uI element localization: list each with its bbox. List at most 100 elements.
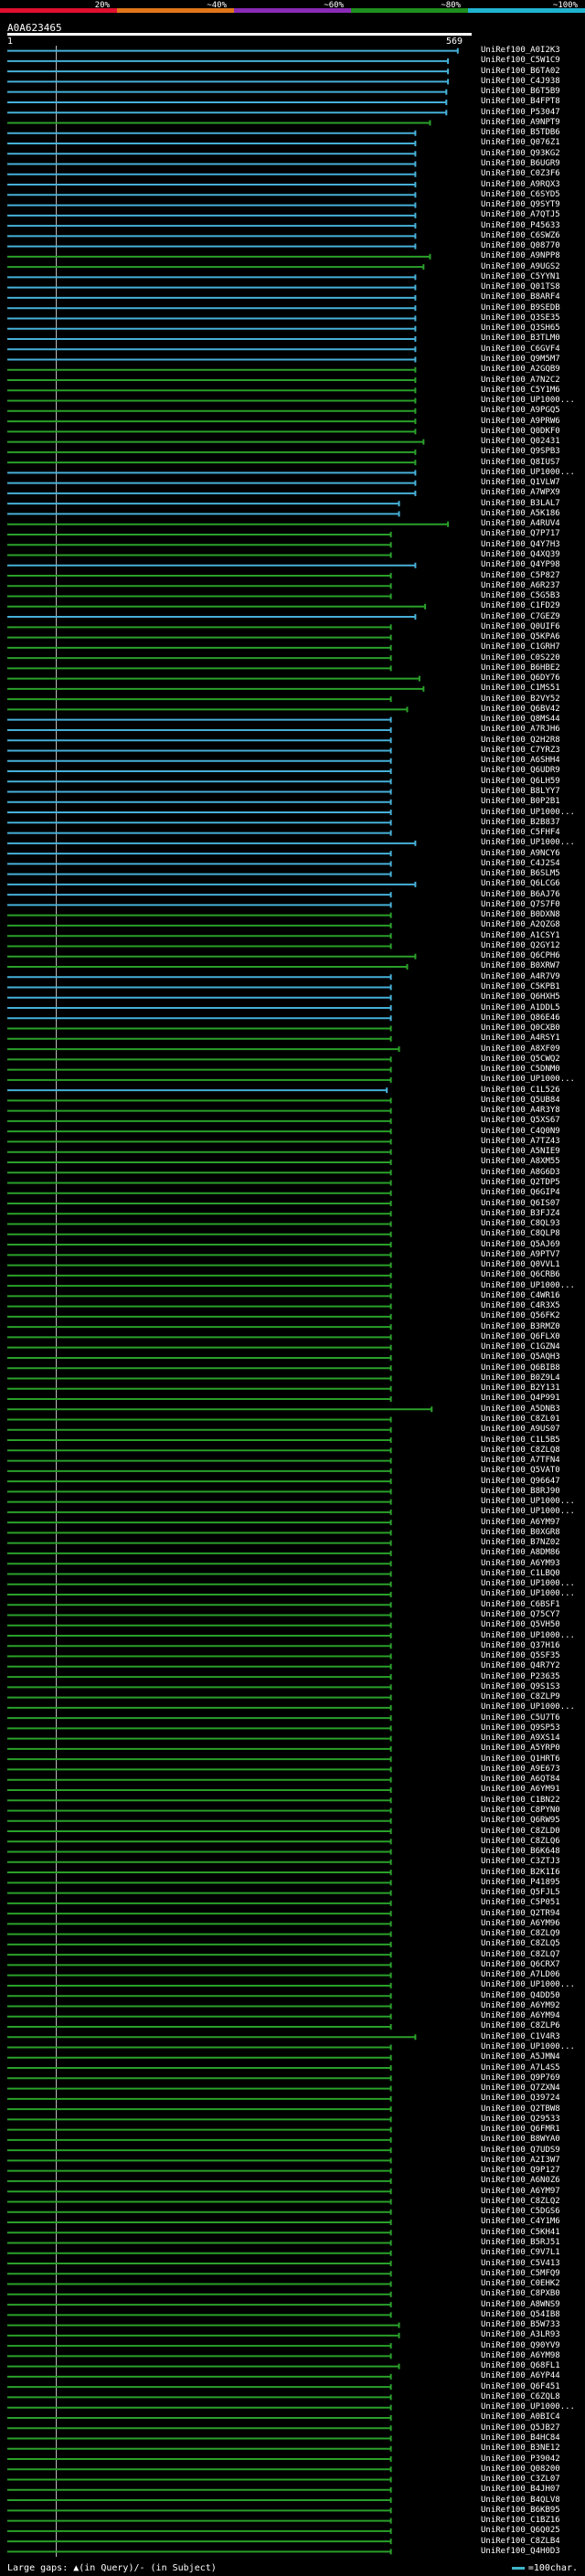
- hit-label[interactable]: UniRef100_UP1000...: [481, 1702, 583, 1712]
- hit-label[interactable]: UniRef100_C4J938: [481, 77, 583, 87]
- hit-label[interactable]: UniRef100_A7QTJ5: [481, 210, 583, 220]
- hit-label[interactable]: UniRef100_C8ZLP6: [481, 2021, 583, 2031]
- hit-label[interactable]: UniRef100_A3LR93: [481, 2330, 583, 2340]
- hit-label[interactable]: UniRef100_B4HC84: [481, 2433, 583, 2443]
- hit-label[interactable]: UniRef100_Q6Q025: [481, 2526, 583, 2536]
- hit-label[interactable]: UniRef100_B3FJZ4: [481, 1209, 583, 1219]
- hit-label[interactable]: UniRef100_C7GEZ9: [481, 612, 583, 622]
- hit-label[interactable]: UniRef100_C8ZLQ7: [481, 1950, 583, 1960]
- hit-label[interactable]: UniRef100_B3RMZ0: [481, 1322, 583, 1332]
- hit-label[interactable]: UniRef100_A0I2K3: [481, 46, 583, 56]
- hit-label[interactable]: UniRef100_B7NZ02: [481, 1538, 583, 1548]
- hit-label[interactable]: UniRef100_Q6DY76: [481, 673, 583, 684]
- hit-label[interactable]: UniRef100_A9NPT9: [481, 118, 583, 128]
- hit-label[interactable]: UniRef100_P45633: [481, 221, 583, 231]
- hit-label[interactable]: UniRef100_Q0CXB0: [481, 1023, 583, 1034]
- hit-label[interactable]: UniRef100_UP1000...: [481, 2402, 583, 2412]
- hit-label[interactable]: UniRef100_Q3SH65: [481, 323, 583, 334]
- hit-label[interactable]: UniRef100_Q4Y7H3: [481, 540, 583, 550]
- hit-label[interactable]: UniRef100_Q5FJL5: [481, 1888, 583, 1898]
- hit-label[interactable]: UniRef100_Q7UDS9: [481, 2146, 583, 2156]
- hit-label[interactable]: UniRef100_Q6RW95: [481, 1816, 583, 1826]
- hit-label[interactable]: UniRef100_Q6FMR1: [481, 2125, 583, 2135]
- hit-label[interactable]: UniRef100_C5DNM0: [481, 1065, 583, 1075]
- hit-label[interactable]: UniRef100_Q7S7F0: [481, 900, 583, 910]
- hit-label[interactable]: UniRef100_Q08200: [481, 2465, 583, 2475]
- hit-label[interactable]: UniRef100_Q6IS07: [481, 1199, 583, 1209]
- hit-label[interactable]: UniRef100_B9SEDB: [481, 303, 583, 313]
- hit-label[interactable]: UniRef100_C1BN22: [481, 1796, 583, 1806]
- hit-label[interactable]: UniRef100_UP1000...: [481, 1075, 583, 1085]
- hit-label[interactable]: UniRef100_Q96647: [481, 1477, 583, 1487]
- hit-label[interactable]: UniRef100_A6YM91: [481, 1785, 583, 1795]
- hit-label[interactable]: UniRef100_A5K186: [481, 509, 583, 519]
- hit-label[interactable]: UniRef100_C5YYN1: [481, 272, 583, 282]
- hit-label[interactable]: UniRef100_A6YP44: [481, 2371, 583, 2381]
- hit-label[interactable]: UniRef100_B4FPT8: [481, 97, 583, 107]
- hit-label[interactable]: UniRef100_A9NPP8: [481, 251, 583, 261]
- hit-label[interactable]: UniRef100_Q6UDR9: [481, 766, 583, 776]
- hit-label[interactable]: UniRef100_C1BZ16: [481, 2516, 583, 2526]
- hit-label[interactable]: UniRef100_A6YM98: [481, 2351, 583, 2361]
- hit-label[interactable]: UniRef100_C5U7T6: [481, 1713, 583, 1723]
- hit-label[interactable]: UniRef100_Q6CPH6: [481, 951, 583, 961]
- hit-label[interactable]: UniRef100_C0Z3F6: [481, 169, 583, 179]
- hit-label[interactable]: UniRef100_B2B837: [481, 818, 583, 828]
- hit-label[interactable]: UniRef100_C8QLP8: [481, 1229, 583, 1239]
- hit-label[interactable]: UniRef100_C6SWZ6: [481, 231, 583, 241]
- hit-label[interactable]: UniRef100_Q6BIB8: [481, 1363, 583, 1373]
- hit-label[interactable]: UniRef100_A4R3Y8: [481, 1106, 583, 1116]
- hit-label[interactable]: UniRef100_A7TFN4: [481, 1456, 583, 1466]
- hit-label[interactable]: UniRef100_A7RJH6: [481, 725, 583, 735]
- hit-label[interactable]: UniRef100_Q9M5M7: [481, 355, 583, 365]
- hit-label[interactable]: UniRef100_B3LAL7: [481, 499, 583, 509]
- hit-label[interactable]: UniRef100_B6KB95: [481, 2506, 583, 2516]
- hit-label[interactable]: UniRef100_UP1000...: [481, 1631, 583, 1641]
- hit-label[interactable]: UniRef100_Q2H2R8: [481, 736, 583, 746]
- hit-label[interactable]: UniRef100_Q6HXH5: [481, 992, 583, 1002]
- hit-label[interactable]: UniRef100_A9XS14: [481, 1733, 583, 1744]
- hit-label[interactable]: UniRef100_C1GZN4: [481, 1342, 583, 1352]
- hit-label[interactable]: UniRef100_Q8MS44: [481, 715, 583, 725]
- hit-label[interactable]: UniRef100_Q2TBW8: [481, 2104, 583, 2115]
- hit-label[interactable]: UniRef100_A2GQB9: [481, 365, 583, 375]
- hit-label[interactable]: UniRef100_C5KPB1: [481, 982, 583, 992]
- hit-label[interactable]: UniRef100_C8ZL01: [481, 1415, 583, 1425]
- hit-label[interactable]: UniRef100_P23635: [481, 1672, 583, 1682]
- hit-label[interactable]: UniRef100_UP1000...: [481, 1589, 583, 1599]
- hit-label[interactable]: UniRef100_UP1000...: [481, 1980, 583, 1990]
- hit-label[interactable]: UniRef100_A7WPX9: [481, 488, 583, 498]
- hit-label[interactable]: UniRef100_A1CSY1: [481, 931, 583, 941]
- hit-label[interactable]: UniRef100_B6UGR9: [481, 159, 583, 169]
- hit-label[interactable]: UniRef100_Q2TR94: [481, 1909, 583, 1919]
- hit-label[interactable]: UniRef100_C4Q0N9: [481, 1127, 583, 1137]
- hit-label[interactable]: UniRef100_UP1000...: [481, 1281, 583, 1291]
- hit-label[interactable]: UniRef100_C8PXB0: [481, 2289, 583, 2299]
- hit-label[interactable]: UniRef100_Q68FL1: [481, 2361, 583, 2371]
- hit-label[interactable]: UniRef100_Q6F451: [481, 2382, 583, 2392]
- hit-label[interactable]: UniRef100_C8PYN0: [481, 1806, 583, 1816]
- hit-label[interactable]: UniRef100_Q9SPB3: [481, 447, 583, 457]
- hit-label[interactable]: UniRef100_Q02431: [481, 437, 583, 447]
- hit-label[interactable]: UniRef100_A9PRW6: [481, 417, 583, 427]
- hit-label[interactable]: UniRef100_C8ZLQ8: [481, 1446, 583, 1456]
- hit-label[interactable]: UniRef100_B4QLV8: [481, 2496, 583, 2506]
- hit-label[interactable]: UniRef100_Q5KPA6: [481, 632, 583, 642]
- hit-label[interactable]: UniRef100_C6GVF4: [481, 345, 583, 355]
- hit-label[interactable]: UniRef100_C3ZL07: [481, 2475, 583, 2485]
- hit-label[interactable]: UniRef100_Q9S1S3: [481, 1682, 583, 1692]
- hit-label[interactable]: UniRef100_Q6BV42: [481, 705, 583, 715]
- hit-label[interactable]: UniRef100_B8LYY7: [481, 787, 583, 797]
- hit-label[interactable]: UniRef100_Q93KG2: [481, 149, 583, 159]
- hit-label[interactable]: UniRef100_C4J2S4: [481, 859, 583, 869]
- hit-label[interactable]: UniRef100_B6T5B9: [481, 87, 583, 97]
- hit-label[interactable]: UniRef100_Q5CWQ2: [481, 1055, 583, 1065]
- hit-label[interactable]: UniRef100_C6ZQL8: [481, 2392, 583, 2402]
- hit-label[interactable]: UniRef100_B0P2B1: [481, 797, 583, 807]
- hit-label[interactable]: UniRef100_Q2GY12: [481, 941, 583, 951]
- hit-label[interactable]: UniRef100_Q6FLX0: [481, 1332, 583, 1342]
- hit-label[interactable]: UniRef100_A5DNB3: [481, 1405, 583, 1415]
- hit-label[interactable]: UniRef100_C1L5B5: [481, 1436, 583, 1446]
- hit-label[interactable]: UniRef100_Q4P991: [481, 1394, 583, 1404]
- hit-label[interactable]: UniRef100_A8DM86: [481, 1548, 583, 1558]
